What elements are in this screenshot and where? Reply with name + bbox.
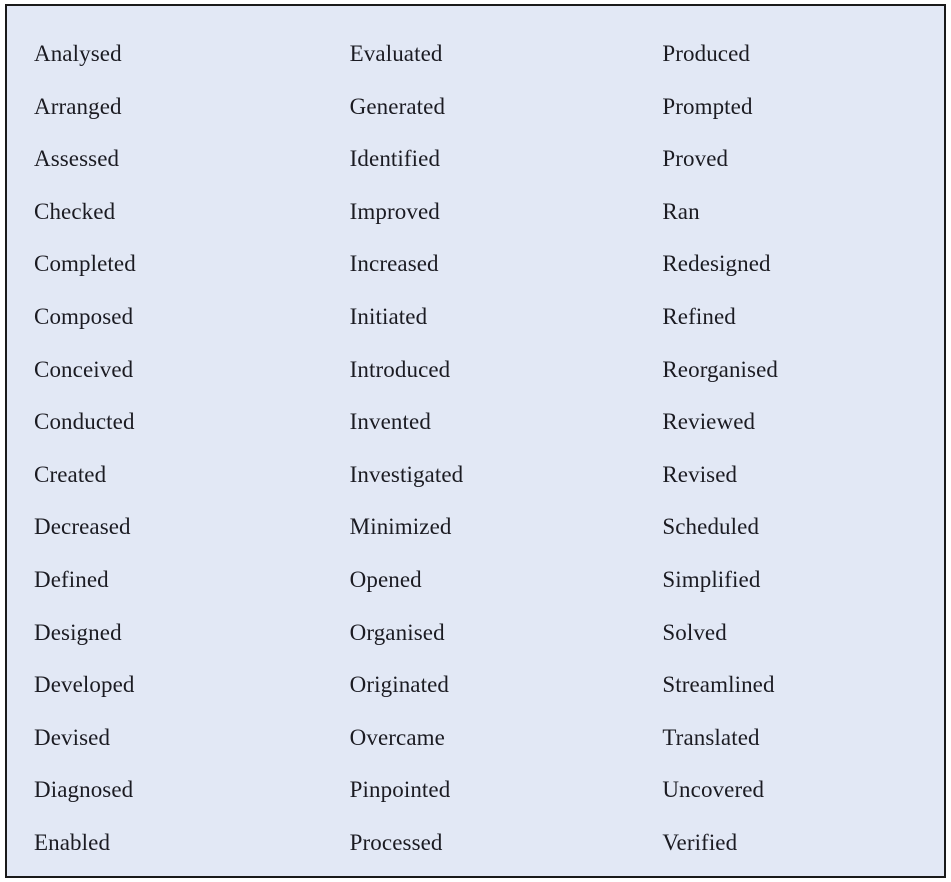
verb-item: Composed [34, 303, 134, 329]
verb-item: Conducted [34, 409, 135, 435]
verb-item: Solved [662, 619, 727, 645]
verb-item: Invented [349, 409, 431, 435]
verb-item: Completed [34, 251, 136, 277]
verb-item: Checked [34, 198, 116, 224]
verb-item: Developed [34, 672, 135, 698]
verb-item: Generated [349, 93, 446, 119]
verb-item: Revised [662, 461, 738, 487]
verb-item: Arranged [34, 93, 122, 119]
verb-item: Verified [662, 829, 738, 855]
verb-item: Overcame [349, 724, 445, 750]
verb-item: Processed [349, 829, 443, 855]
verb-item: Investigated [349, 461, 464, 487]
verb-item: Ran [662, 198, 700, 224]
verb-item: Uncovered [662, 777, 765, 803]
verb-item: Evaluated [349, 41, 443, 66]
verb-item: Conceived [34, 356, 134, 382]
verb-item: Simplified [662, 566, 761, 592]
verb-item: Scheduled [662, 514, 760, 540]
verb-item: Proved [662, 146, 729, 172]
verb-item: Reviewed [662, 409, 756, 435]
verb-item: Devised [34, 724, 111, 750]
verb-list-panel: Analysed Arranged Assessed Checked Compl… [5, 4, 946, 878]
verb-item: Introduced [349, 356, 451, 382]
verb-column-2: Evaluated Generated Identified Improved … [317, 28, 625, 876]
verb-item: Created [34, 461, 107, 487]
verb-item: Organised [349, 619, 445, 645]
verb-item: Reorganised [662, 356, 778, 382]
verb-item: Refined [662, 303, 736, 329]
page: Analysed Arranged Assessed Checked Compl… [0, 0, 951, 882]
verb-item: Redesigned [662, 251, 771, 277]
verb-item: Minimized [349, 514, 452, 540]
verb-item: Identified [349, 146, 441, 172]
verb-item: Translated [662, 724, 760, 750]
verb-item: Prompted [662, 93, 753, 119]
verb-column-1: Analysed Arranged Assessed Checked Compl… [7, 28, 317, 876]
verb-item: Opened [349, 566, 422, 592]
verb-item: Increased [349, 251, 439, 277]
verb-item: Enabled [34, 829, 111, 855]
verb-item: Produced [662, 41, 751, 66]
verb-item: Pinpointed [349, 777, 451, 803]
verb-item: Improved [349, 198, 440, 224]
verb-column-3: Produced Prompted Proved Ran Redesigned … [624, 28, 944, 876]
verb-item: Diagnosed [34, 777, 134, 803]
verb-item: Designed [34, 619, 122, 645]
verb-item: Analysed [34, 41, 122, 66]
verb-grid: Analysed Arranged Assessed Checked Compl… [7, 6, 944, 876]
verb-item: Decreased [34, 514, 131, 540]
verb-item: Defined [34, 566, 109, 592]
verb-item: Streamlined [662, 672, 775, 698]
verb-item: Originated [349, 672, 450, 698]
verb-item: Assessed [34, 146, 120, 172]
verb-item: Initiated [349, 303, 428, 329]
